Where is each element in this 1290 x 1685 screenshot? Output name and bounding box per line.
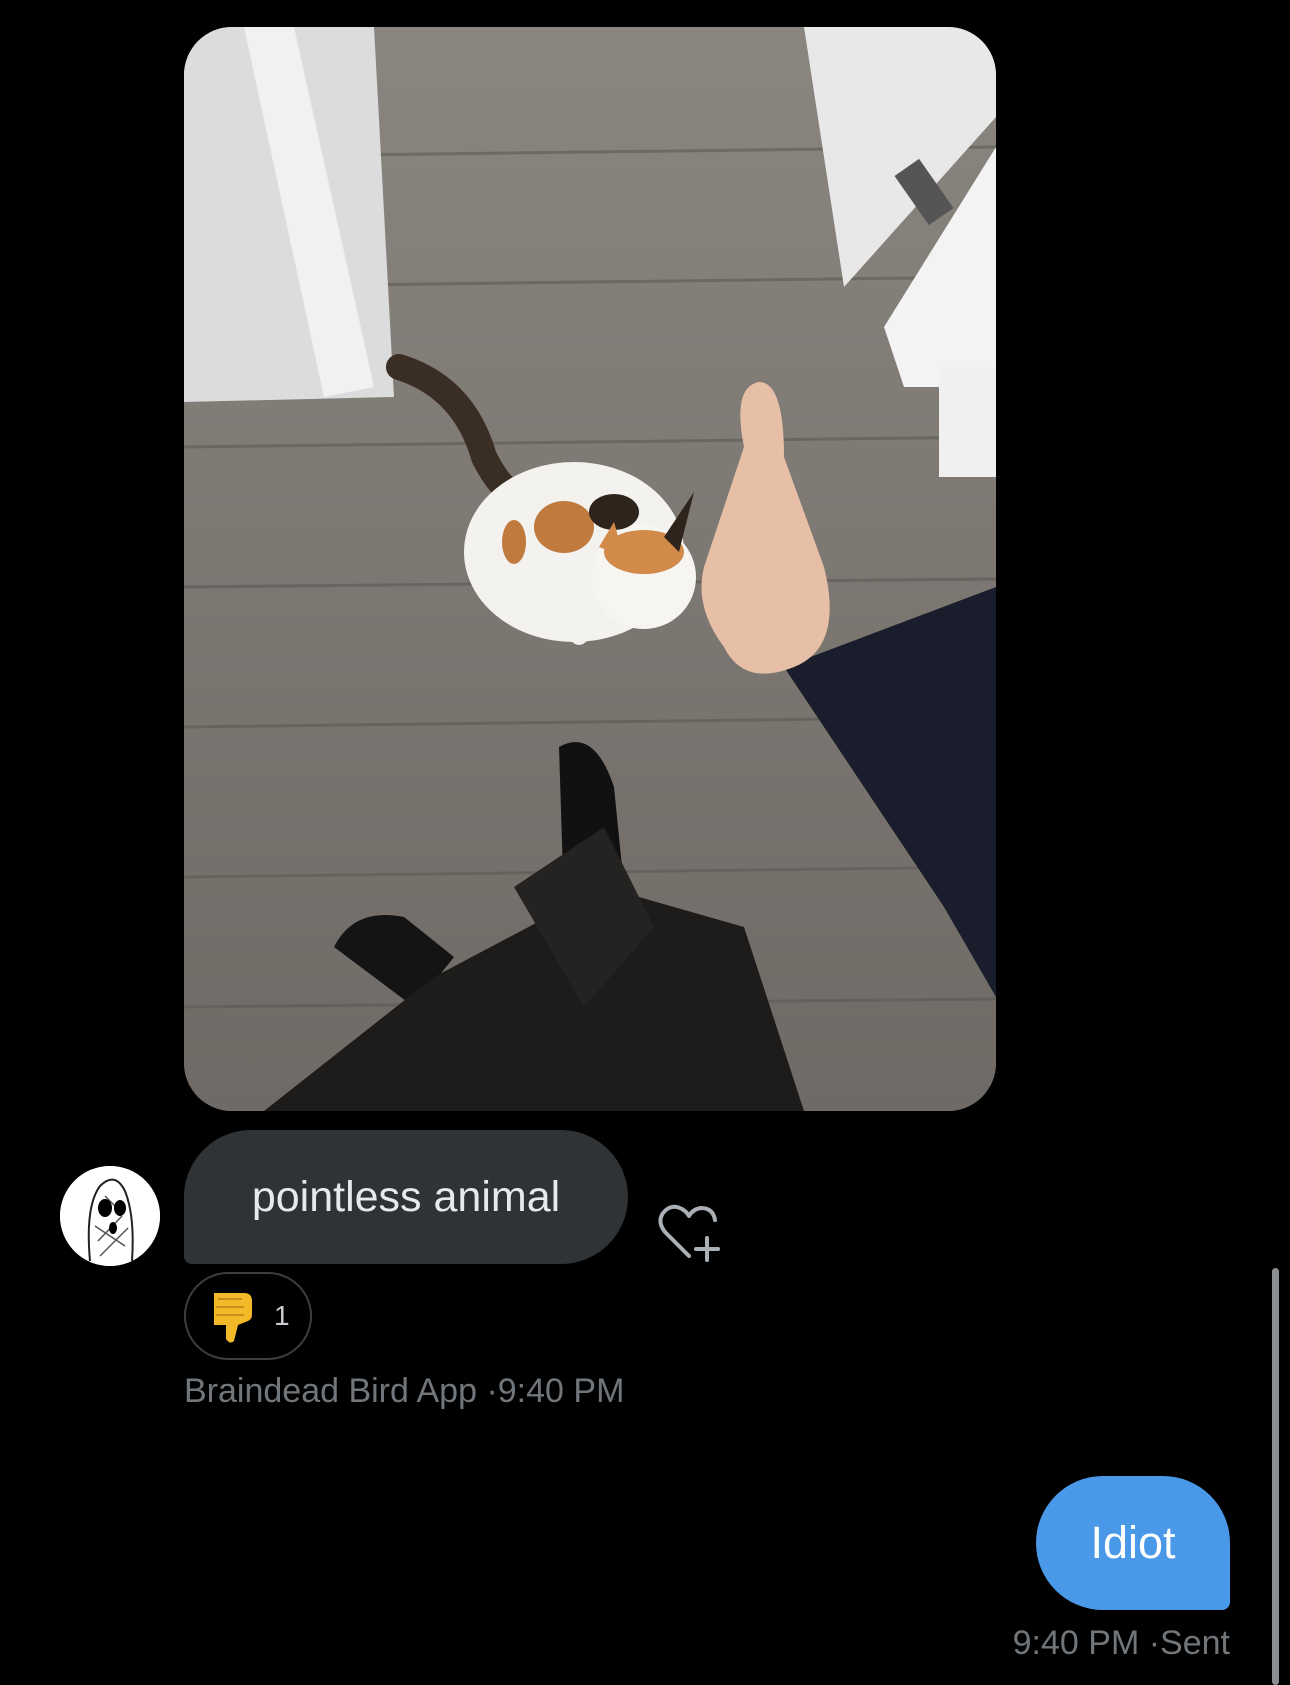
add-reaction-button[interactable] (655, 1200, 725, 1264)
heart-plus-icon (658, 1204, 720, 1262)
incoming-message-text: pointless animal (251, 1172, 561, 1221)
scrollbar[interactable] (1272, 1268, 1279, 1685)
incoming-timestamp: 9:40 PM (497, 1372, 625, 1410)
incoming-message-meta: Braindead Bird App ·9:40 PM (184, 1372, 624, 1411)
outgoing-timestamp: 9:40 PM (1012, 1624, 1140, 1662)
photo-message[interactable] (184, 27, 996, 1111)
outgoing-message-meta: 9:40 PM ·Sent (1013, 1624, 1230, 1663)
sender-name: Braindead Bird App (184, 1372, 477, 1410)
meta-separator: · (1148, 1624, 1161, 1662)
avatar[interactable] (60, 1166, 160, 1266)
incoming-message-bubble[interactable]: pointless animal (184, 1130, 628, 1264)
photo-image (184, 27, 996, 1111)
reaction-count: 1 (274, 1300, 290, 1331)
thumbs-down-icon (214, 1293, 252, 1343)
meta-separator: · (486, 1372, 498, 1410)
reaction-pill[interactable]: 1 (184, 1272, 312, 1360)
avatar-image (60, 1166, 160, 1266)
outgoing-message-bubble[interactable]: Idiot (1036, 1476, 1230, 1610)
outgoing-message-text: Idiot (1090, 1517, 1176, 1568)
delivery-status: Sent (1160, 1624, 1230, 1662)
